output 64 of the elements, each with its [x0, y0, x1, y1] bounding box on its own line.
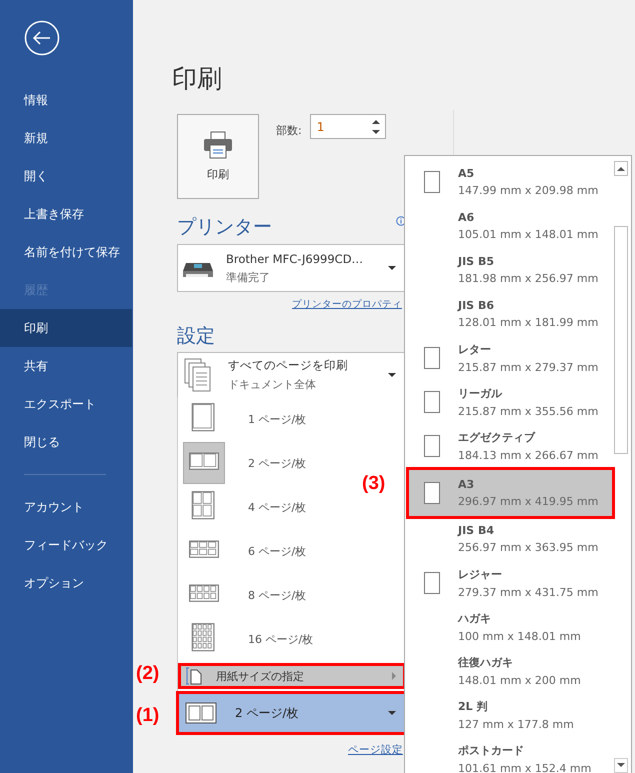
- print-button[interactable]: 印刷: [177, 114, 259, 199]
- sidebar-item[interactable]: 新規: [0, 119, 132, 157]
- printer-icon: [203, 131, 233, 159]
- paper-size-item[interactable]: A5 147.99 mm x 209.98 mm: [408, 160, 613, 204]
- annotation-label: (3): [362, 473, 386, 495]
- pages-icon: [184, 358, 212, 392]
- printer-dropdown[interactable]: Brother MFC-J6999CD… 準備完了: [177, 244, 405, 292]
- printer-heading: プリンター: [177, 215, 272, 240]
- sheet-icon: [424, 482, 440, 504]
- annotation-label: (2): [136, 663, 160, 685]
- paper-size-icon: [186, 667, 202, 685]
- annotation-label: (1): [136, 705, 160, 727]
- caret-icon: [388, 266, 396, 270]
- menu-item[interactable]: 2 ページ/枚: [178, 441, 312, 485]
- info-icon[interactable]: [396, 216, 406, 226]
- menu-item[interactable]: 16 ページ/枚: [178, 617, 320, 661]
- caret-icon: [388, 373, 396, 377]
- submenu-arrow-icon: [392, 672, 396, 680]
- paper-size-item[interactable]: ポストカード 101.61 mm x 152.4 mm: [408, 737, 613, 773]
- pages-per-sheet-dropdown[interactable]: 2 ページ/枚: [178, 693, 406, 733]
- paper-size-item[interactable]: レター 215.87 mm x 279.37 mm: [408, 336, 613, 380]
- paper-size-item[interactable]: JIS B4 256.97 mm x 363.95 mm: [408, 517, 613, 561]
- sidebar-item[interactable]: 上書き保存: [0, 195, 132, 233]
- sidebar-item[interactable]: フィードバック: [0, 526, 132, 564]
- paper-size-item[interactable]: 2L 判 127 mm x 177.8 mm: [408, 693, 613, 737]
- paper-size-item[interactable]: ハガキ 100 mm x 148.01 mm: [408, 605, 613, 649]
- paper-size-item[interactable]: 往復ハガキ 148.01 mm x 200 mm: [408, 649, 613, 693]
- menu-item[interactable]: 6 ページ/枚: [178, 529, 312, 573]
- sidebar-item[interactable]: 開く: [0, 157, 132, 195]
- page-title: 印刷: [172, 63, 222, 95]
- sheet-icon: [424, 435, 440, 457]
- scroll-up-icon[interactable]: [617, 166, 625, 171]
- paper-size-item[interactable]: JIS B6 128.01 mm x 181.99 mm: [408, 292, 613, 336]
- menu-item[interactable]: 1 ページ/枚: [178, 397, 312, 441]
- sidebar-item[interactable]: 印刷: [0, 309, 132, 347]
- caret-icon: [388, 711, 396, 715]
- paper-size-item[interactable]: JIS B5 181.98 mm x 256.97 mm: [408, 248, 613, 292]
- sidebar-item[interactable]: 共有: [0, 347, 132, 385]
- sidebar-item[interactable]: 閉じる: [0, 423, 132, 461]
- two-pages-icon: [185, 702, 217, 724]
- sidebar-item[interactable]: エクスポート: [0, 385, 132, 423]
- paper-size-item[interactable]: A6 105.01 mm x 148.01 mm: [408, 204, 613, 248]
- settings-heading: 設定: [177, 324, 215, 349]
- menu-item[interactable]: 4 ページ/枚: [178, 485, 312, 529]
- page-setup-link[interactable]: ページ設定: [348, 743, 403, 757]
- sidebar-item[interactable]: アカウント: [0, 488, 132, 526]
- sheet-icon: [424, 347, 440, 369]
- sheet-icon: [424, 391, 440, 413]
- sidebar-item[interactable]: オプション: [0, 564, 132, 602]
- menu-item[interactable]: 8 ページ/枚: [178, 573, 312, 617]
- paper-size-menu-item[interactable]: 用紙サイズの指定: [178, 663, 406, 689]
- sheet-icon: [424, 171, 440, 193]
- sheet-icon: [424, 572, 440, 594]
- paper-size-item[interactable]: エグゼクティブ 184.13 mm x 266.67 mm: [408, 424, 613, 468]
- print-range-dropdown[interactable]: すべてのページを印刷 ドキュメント全体: [177, 352, 405, 398]
- sidebar-item[interactable]: 名前を付けて保存: [0, 233, 132, 271]
- copies-label: 部数:: [276, 123, 302, 138]
- paper-size-item[interactable]: レジャー 279.37 mm x 431.75 mm: [408, 561, 613, 605]
- sidebar-item[interactable]: 情報: [0, 81, 132, 119]
- printer-properties-link[interactable]: プリンターのプロパティ: [292, 298, 402, 311]
- paper-size-item[interactable]: A3 296.97 mm x 419.95 mm: [408, 469, 613, 517]
- paper-size-item[interactable]: リーガル 215.87 mm x 355.56 mm: [408, 380, 613, 424]
- scroll-down-icon[interactable]: [617, 763, 625, 768]
- copies-spinner[interactable]: 1: [310, 114, 386, 139]
